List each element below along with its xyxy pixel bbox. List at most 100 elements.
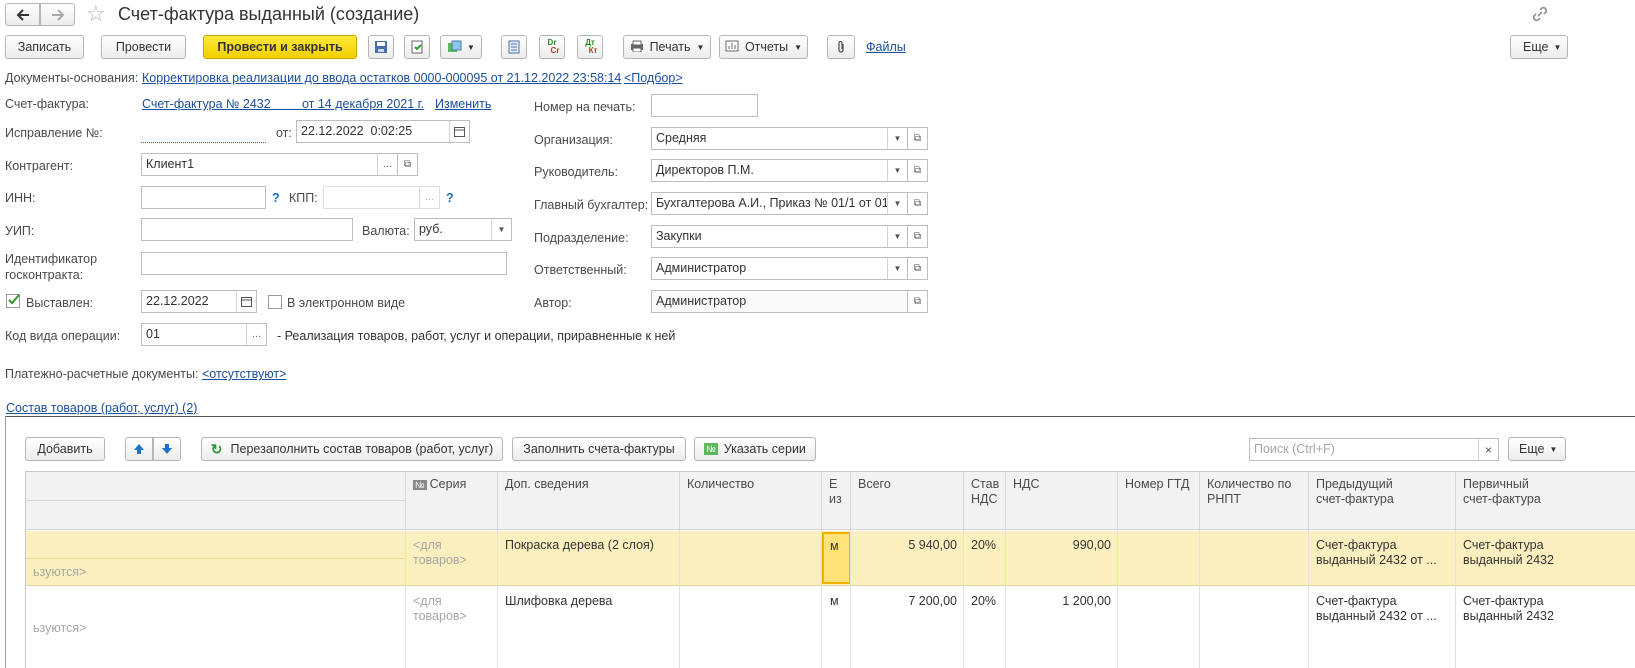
calendar-icon[interactable]: [236, 291, 256, 312]
kpp-input[interactable]: …: [323, 186, 440, 209]
payment-docs-link[interactable]: <отсутствуют>: [202, 367, 286, 381]
row-1-prev[interactable]: Счет-фактура выданный 2432 от ...: [1309, 533, 1456, 573]
col-prev-invoice[interactable]: Предыдущий счет-фактура: [1309, 472, 1456, 530]
reports-button[interactable]: Отчеты ▼: [719, 35, 808, 59]
row-1-primary[interactable]: Счет-фактура выданный 2432: [1456, 533, 1635, 573]
ellipsis-icon[interactable]: …: [246, 324, 266, 345]
row-1-unit[interactable]: м: [822, 532, 851, 584]
create-based-on-button[interactable]: ▼: [440, 35, 482, 59]
row-1-extra[interactable]: Покраска дерева (2 слоя): [498, 533, 680, 558]
electronic-checkbox[interactable]: [268, 295, 282, 309]
head-select[interactable]: Директоров П.М. ▼: [651, 159, 908, 182]
correction-number-input[interactable]: [141, 120, 266, 143]
col-rate[interactable]: Став НДС: [964, 472, 1006, 530]
row-1-rate[interactable]: 20%: [964, 533, 1006, 558]
col-gtd[interactable]: Номер ГТД: [1118, 472, 1200, 530]
post-button[interactable]: Провести: [101, 35, 186, 59]
back-button[interactable]: [5, 3, 40, 26]
col-primary-invoice[interactable]: Первичный счет-фактура: [1456, 472, 1635, 530]
row-2-vat[interactable]: 1 200,00: [1006, 589, 1118, 614]
dt-kt-icon[interactable]: Дт Кт: [577, 35, 603, 59]
currency-select[interactable]: руб. ▼: [414, 218, 512, 241]
favorite-star-icon[interactable]: ☆: [86, 3, 106, 25]
goods-section-link[interactable]: Состав товаров (работ, услуг) (2): [6, 401, 197, 415]
ellipsis-icon[interactable]: …: [377, 154, 397, 175]
row-2-series[interactable]: <для товаров>: [406, 589, 498, 629]
op-code-input[interactable]: 01 …: [141, 323, 267, 346]
open-counterparty-icon[interactable]: ⧉: [398, 153, 418, 176]
calendar-icon[interactable]: [449, 121, 469, 142]
invoice-change-link[interactable]: Изменить: [435, 97, 491, 111]
responsible-select[interactable]: Администратор ▼: [651, 257, 908, 280]
goods-search-input[interactable]: Поиск (Ctrl+F) ×: [1249, 438, 1499, 461]
files-link[interactable]: Файлы: [866, 40, 906, 54]
correction-date-input[interactable]: 22.12.2022 0:02:25: [296, 120, 470, 143]
attach-icon[interactable]: [827, 35, 855, 59]
issued-checkbox[interactable]: [6, 294, 20, 308]
invoice-link[interactable]: Счет-фактура № 2432 от 14 декабря 2021 г…: [142, 97, 424, 111]
uip-input[interactable]: [141, 218, 353, 241]
row-2-rate[interactable]: 20%: [964, 589, 1006, 614]
col-series[interactable]: № Серия: [406, 472, 498, 530]
dr-cr-icon[interactable]: Dr Cr: [539, 35, 565, 59]
row-2-extra[interactable]: Шлифовка дерева: [498, 589, 680, 614]
org-select[interactable]: Средняя ▼: [651, 127, 908, 150]
counterparty-input[interactable]: Клиент1 …: [141, 153, 398, 176]
row-2-unit[interactable]: м: [822, 589, 851, 614]
number-sign-icon: №: [413, 480, 427, 490]
open-head-icon[interactable]: ⧉: [908, 159, 928, 182]
row-2-primary[interactable]: Счет-фактура выданный 2432: [1456, 589, 1635, 629]
print-number-input[interactable]: [651, 94, 758, 117]
row-1-total[interactable]: 5 940,00: [851, 533, 964, 558]
row-2-total[interactable]: 7 200,00: [851, 589, 964, 614]
chevron-down-icon[interactable]: ▼: [887, 193, 907, 214]
inn-help-icon[interactable]: ?: [272, 191, 280, 205]
inn-input[interactable]: [141, 186, 266, 209]
chevron-down-icon[interactable]: ▼: [887, 128, 907, 149]
refill-goods-button[interactable]: ↻ Перезаполнить состав товаров (работ, у…: [201, 437, 503, 461]
add-row-button[interactable]: Добавить: [25, 437, 105, 461]
open-author-icon[interactable]: ⧉: [908, 290, 928, 313]
basis-document-link[interactable]: Корректировка реализации до ввода остатк…: [142, 71, 621, 85]
link-icon[interactable]: [1531, 5, 1549, 26]
fill-invoices-button[interactable]: Заполнить счета-фактуры: [512, 437, 686, 461]
document-green-icon[interactable]: [404, 35, 430, 59]
write-button[interactable]: Записать: [5, 35, 84, 59]
open-responsible-icon[interactable]: ⧉: [908, 257, 928, 280]
open-accountant-icon[interactable]: ⧉: [908, 192, 928, 215]
open-org-icon[interactable]: ⧉: [908, 127, 928, 150]
goods-more-button[interactable]: Еще ▼: [1508, 437, 1566, 461]
accountant-select[interactable]: Бухгалтерова А.И., Приказ № 01/1 от 01 ▼: [651, 192, 908, 215]
chevron-down-icon[interactable]: ▼: [887, 160, 907, 181]
col-unit[interactable]: Е из: [822, 472, 851, 530]
open-division-icon[interactable]: ⧉: [908, 225, 928, 248]
search-placeholder: Поиск (Ctrl+F): [1254, 442, 1335, 456]
division-select[interactable]: Закупки ▼: [651, 225, 908, 248]
col-qty[interactable]: Количество: [680, 472, 822, 530]
list-icon[interactable]: [501, 35, 527, 59]
kpp-help-icon[interactable]: ?: [446, 191, 454, 205]
chevron-down-icon[interactable]: ▼: [491, 219, 511, 240]
basis-select-link[interactable]: <Подбор>: [624, 71, 683, 85]
move-up-button[interactable]: [125, 437, 153, 461]
contract-id-input[interactable]: [141, 252, 507, 275]
post-and-close-button[interactable]: Провести и закрыть: [203, 35, 357, 59]
col-total[interactable]: Всего: [851, 472, 964, 530]
forward-button[interactable]: [40, 3, 75, 26]
ellipsis-icon[interactable]: …: [419, 187, 439, 208]
col-rnpt[interactable]: Количество по РНПТ: [1200, 472, 1309, 530]
print-button[interactable]: Печать ▼: [623, 35, 711, 59]
move-down-button[interactable]: [153, 437, 181, 461]
row-1-vat[interactable]: 990,00: [1006, 533, 1118, 558]
col-extra[interactable]: Доп. сведения: [498, 472, 680, 530]
col-vat[interactable]: НДС: [1006, 472, 1118, 530]
save-icon[interactable]: [368, 35, 394, 59]
row-2-prev[interactable]: Счет-фактура выданный 2432 от ...: [1309, 589, 1456, 629]
clear-search-icon[interactable]: ×: [1478, 439, 1498, 460]
chevron-down-icon[interactable]: ▼: [887, 226, 907, 247]
chevron-down-icon[interactable]: ▼: [887, 258, 907, 279]
specify-series-button[interactable]: № Указать серии: [694, 437, 816, 461]
issued-date-input[interactable]: 22.12.2022: [141, 290, 257, 313]
more-button[interactable]: Еще ▼: [1510, 35, 1568, 59]
row-1-series[interactable]: <для товаров>: [406, 533, 498, 573]
